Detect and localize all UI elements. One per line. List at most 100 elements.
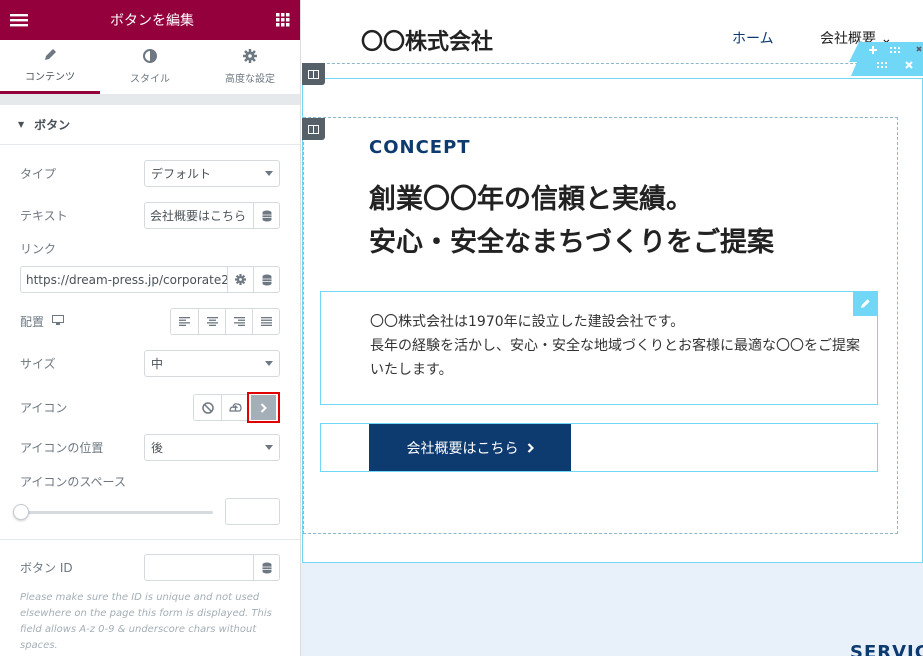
concept-eyebrow: CONCEPT [369,137,471,158]
text-control: テキスト 会社概要はこちら [20,202,280,229]
service-heading: SERVICE [850,642,923,656]
icon-spacing-label: アイコンのスペース [20,475,126,489]
tab-advanced[interactable]: 高度な設定 [200,40,300,94]
heading-line-2: 安心・安全なまちづくりをご提案 [369,227,774,258]
section-title: ボタン [34,118,71,132]
icon-control: アイコン [20,392,280,423]
dynamic-tags-icon[interactable] [253,203,279,228]
link-options-gear-icon[interactable] [227,267,253,292]
column-edit-handle-icon[interactable] [302,63,325,85]
size-label: サイズ [20,357,56,371]
link-label-row: リンク [20,240,280,257]
next-section-background [301,563,923,656]
icon-position-control: アイコンの位置 後 [20,434,280,461]
button-id-value [145,555,253,580]
icon-spacing-slider[interactable] [13,500,213,524]
nav-home[interactable]: ホーム [732,28,774,48]
button-id-input[interactable] [144,554,280,581]
company-overview-button-label: 会社概要はこちら [406,440,519,457]
icon-spacing-control [13,498,280,525]
editor-panel: ボタンを編集 コンテンツ スタイル 高度な設定 ▼ ボタン タイプ デフォルト [0,0,301,656]
heading-line-1: 創業〇〇年の信頼と実績。 [369,184,693,215]
panel-header: ボタンを編集 [0,0,300,40]
edit-widget-pencil-icon[interactable] [853,291,878,316]
icon-position-label: アイコンの位置 [20,441,104,455]
text-input[interactable]: 会社概要はこちら [144,202,280,229]
size-select[interactable]: 中 [144,350,280,377]
caret-down-icon: ▼ [18,120,25,129]
selected-icon-highlight[interactable] [247,392,280,423]
dynamic-tags-icon[interactable] [253,267,279,292]
icon-position-select[interactable]: 後 [144,434,280,461]
icon-spacing-label-row: アイコンのスペース [20,473,280,490]
gear-icon [243,49,257,66]
link-input-value: https://dream-press.jp/corporate2/abo [26,272,227,287]
text-label: テキスト [20,209,68,223]
upload-icon[interactable] [221,395,248,420]
align-right-icon[interactable] [225,309,252,334]
chevron-right-icon[interactable] [251,395,276,420]
tab-style-label: スタイル [130,74,170,85]
site-header: 〇〇株式会社 ホーム 会社概要 ⌄ [301,0,923,70]
chevron-down-icon [265,361,273,366]
dynamic-tags-icon[interactable] [253,555,279,580]
link-input[interactable]: https://dream-press.jp/corporate2/abo [20,266,280,293]
size-control: サイズ 中 [20,350,280,377]
alignment-label-wrap: 配置 [20,313,170,330]
pencil-icon [44,48,57,64]
text-line-2: 長年の経験を活かし、安心・安全な地域づくりとお客様に最適な〇〇をご提案いたします… [370,338,860,378]
link-control: https://dream-press.jp/corporate2/abo [20,266,280,293]
hamburger-menu-icon[interactable] [10,13,28,27]
size-select-value: 中 [151,357,164,371]
icon-spacing-value [226,499,279,524]
alignment-label: 配置 [20,315,45,329]
divider [0,539,300,540]
button-id-help-text: Please make sure the ID is unique and no… [20,592,272,651]
slider-handle[interactable] [13,503,29,520]
type-select-value: デフォルト [151,167,212,181]
alignment-buttons [170,308,280,335]
alignment-control: 配置 [20,308,280,335]
section-dashed-outline [302,63,923,64]
button-widget[interactable]: 会社概要はこちら [320,423,878,472]
no-icon-ban-icon[interactable] [194,395,221,420]
button-id-control: ボタン ID [20,554,280,581]
chevron-right-icon [527,442,534,453]
company-overview-button[interactable]: 会社概要はこちら [369,424,571,471]
panel-tabs: コンテンツ スタイル 高度な設定 [0,40,300,95]
button-id-label: ボタン ID [20,561,73,575]
icon-choice-group [193,392,280,423]
tab-content-label: コンテンツ [25,72,75,83]
inner-column-edit-handle-icon[interactable] [302,118,325,140]
chevron-down-icon [265,171,273,176]
type-control: タイプ デフォルト [20,160,280,187]
type-select[interactable]: デフォルト [144,160,280,187]
align-center-icon[interactable] [198,309,225,334]
text-input-value: 会社概要はこちら [150,209,247,223]
text-editor-content: 〇〇株式会社は1970年に設立した建設会社です。 長年の経験を活かし、安心・安全… [370,310,870,382]
desktop-icon[interactable] [52,314,65,329]
link-label: リンク [20,242,57,256]
icon-spacing-input[interactable] [225,498,280,525]
icon-library-buttons [193,394,248,421]
slider-track [20,510,213,514]
tab-content[interactable]: コンテンツ [0,40,100,94]
tab-style[interactable]: スタイル [100,40,200,94]
icon-position-select-value: 後 [151,441,164,455]
contrast-icon [143,49,157,66]
align-justify-icon[interactable] [252,309,279,334]
panel-title: ボタンを編集 [110,13,194,29]
text-line-1: 〇〇株式会社は1970年に設立した建設会社です。 [370,314,685,330]
align-left-icon[interactable] [171,309,198,334]
section-button-header[interactable]: ▼ ボタン [0,105,300,145]
site-logo[interactable]: 〇〇株式会社 [361,24,493,56]
text-editor-widget[interactable]: 〇〇株式会社は1970年に設立した建設会社です。 長年の経験を活かし、安心・安全… [320,291,878,405]
icon-label: アイコン [20,401,68,415]
section-handle-tabs [849,42,923,76]
widgets-grid-icon[interactable] [276,13,290,27]
chevron-down-icon [265,445,273,450]
panel-divider [0,95,300,105]
tab-advanced-label: 高度な設定 [225,74,275,85]
type-label: タイプ [20,167,57,181]
concept-heading: 創業〇〇年の信頼と実績。 安心・安全なまちづくりをご提案 [369,178,774,264]
